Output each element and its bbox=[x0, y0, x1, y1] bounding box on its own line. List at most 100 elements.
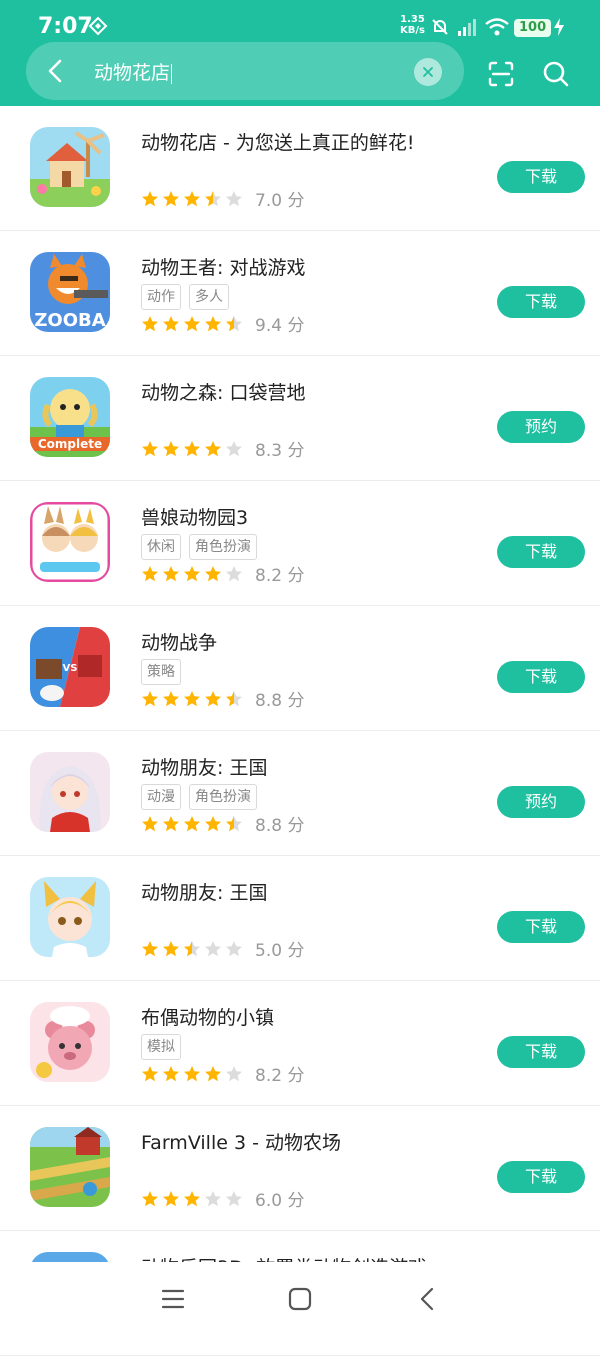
search-icon[interactable] bbox=[542, 60, 570, 88]
star-icon bbox=[142, 690, 158, 706]
menu-icon[interactable] bbox=[160, 1286, 186, 1312]
charging-icon bbox=[554, 18, 564, 36]
star-icon bbox=[163, 1065, 179, 1081]
app-name[interactable]: 动物战争 bbox=[141, 628, 217, 655]
tag[interactable]: 动漫 bbox=[141, 784, 181, 810]
download-button[interactable]: 下载 bbox=[497, 536, 585, 568]
complete-label: Complete bbox=[38, 437, 102, 451]
app-name[interactable]: 动物朋友: 王国 bbox=[141, 878, 267, 905]
search-bar[interactable]: 动物花店 bbox=[26, 42, 464, 100]
app-name[interactable]: 动物之森: 口袋营地 bbox=[141, 378, 305, 405]
clear-search-button[interactable] bbox=[414, 58, 442, 86]
app-tags: 动漫 角色扮演 bbox=[141, 784, 257, 810]
star-icon bbox=[226, 440, 242, 456]
star-icon bbox=[142, 1065, 158, 1081]
app-name[interactable]: 动物花店 - 为您送上真正的鲜花! bbox=[141, 128, 415, 155]
back-icon[interactable] bbox=[415, 1286, 441, 1312]
rating-stars bbox=[141, 1190, 243, 1208]
list-item[interactable]: ZOOBA 动物王者: 对战游戏 动作 多人 9.4 分 下载 bbox=[0, 231, 600, 356]
app-icon-zooba[interactable]: ZOOBA bbox=[30, 252, 110, 332]
system-navigation-bar bbox=[0, 1262, 600, 1333]
app-icon-animal-crossing[interactable]: Complete bbox=[30, 377, 110, 457]
star-icon bbox=[205, 190, 221, 206]
tag[interactable]: 多人 bbox=[189, 284, 229, 310]
app-icon-flower-shop[interactable] bbox=[30, 127, 110, 207]
app-icon-animal-war[interactable]: VS bbox=[30, 627, 110, 707]
app-score: 9.4 分 bbox=[255, 316, 305, 336]
download-button[interactable]: 下载 bbox=[497, 661, 585, 693]
app-name[interactable]: 动物王者: 对战游戏 bbox=[141, 253, 305, 280]
app-rating: 5.0 分 bbox=[141, 936, 304, 961]
search-input[interactable]: 动物花店 bbox=[94, 58, 173, 85]
star-icon bbox=[226, 1190, 242, 1206]
back-arrow-icon[interactable] bbox=[44, 58, 68, 84]
app-name[interactable]: 兽娘动物园3 bbox=[141, 503, 248, 530]
star-icon bbox=[226, 315, 242, 331]
status-time: 7:07 bbox=[38, 14, 93, 39]
app-rating: 8.3 分 bbox=[141, 436, 304, 461]
star-icon bbox=[205, 1065, 221, 1081]
list-item[interactable]: FarmVille 3 - 动物农场 6.0 分 下载 bbox=[0, 1106, 600, 1231]
star-icon bbox=[184, 1190, 200, 1206]
download-button[interactable]: 下载 bbox=[497, 1161, 585, 1193]
app-tags: 休闲 角色扮演 bbox=[141, 534, 257, 560]
search-results-list: 动物花店 - 为您送上真正的鲜花! 7.0 分 下载 ZOOBA 动物王者: 对… bbox=[0, 106, 600, 1356]
tag[interactable]: 策略 bbox=[141, 659, 181, 685]
star-icon bbox=[184, 815, 200, 831]
home-icon[interactable] bbox=[287, 1286, 313, 1312]
star-icon bbox=[226, 190, 242, 206]
app-icon-plush-town[interactable] bbox=[30, 1002, 110, 1082]
tag[interactable]: 休闲 bbox=[141, 534, 181, 560]
rating-stars bbox=[141, 815, 243, 833]
download-button[interactable]: 下载 bbox=[497, 286, 585, 318]
list-item[interactable]: 动物朋友: 王国 5.0 分 下载 bbox=[0, 856, 600, 981]
star-icon bbox=[142, 565, 158, 581]
scan-icon[interactable] bbox=[487, 60, 515, 88]
reserve-button[interactable]: 预约 bbox=[497, 786, 585, 818]
star-icon bbox=[163, 440, 179, 456]
app-icon-serval-girl[interactable] bbox=[30, 877, 110, 957]
star-icon bbox=[163, 815, 179, 831]
app-score: 8.8 分 bbox=[255, 816, 305, 836]
star-icon bbox=[142, 815, 158, 831]
app-name[interactable]: 布偶动物的小镇 bbox=[141, 1003, 274, 1030]
app-rating: 8.8 分 bbox=[141, 686, 304, 711]
app-name[interactable]: 动物朋友: 王国 bbox=[141, 753, 267, 780]
star-icon bbox=[142, 315, 158, 331]
list-item[interactable]: Complete 动物之森: 口袋营地 8.3 分 预约 bbox=[0, 356, 600, 481]
svg-text:VS: VS bbox=[63, 663, 78, 674]
reserve-button[interactable]: 预约 bbox=[497, 411, 585, 443]
star-icon bbox=[142, 440, 158, 456]
list-item[interactable]: 布偶动物的小镇 模拟 8.2 分 下载 bbox=[0, 981, 600, 1106]
rating-stars bbox=[141, 190, 243, 208]
app-rating: 7.0 分 bbox=[141, 186, 304, 211]
app-score: 8.2 分 bbox=[255, 1066, 305, 1086]
tag[interactable]: 模拟 bbox=[141, 1034, 181, 1060]
star-icon bbox=[163, 190, 179, 206]
app-name[interactable]: FarmVille 3 - 动物农场 bbox=[141, 1128, 341, 1155]
star-icon bbox=[205, 1190, 221, 1206]
app-rating: 8.2 分 bbox=[141, 1061, 304, 1086]
app-icon-kingdom-girl[interactable] bbox=[30, 752, 110, 832]
list-item[interactable]: 动物花店 - 为您送上真正的鲜花! 7.0 分 下载 bbox=[0, 106, 600, 231]
download-button[interactable]: 下载 bbox=[497, 911, 585, 943]
rating-stars bbox=[141, 940, 243, 958]
tag[interactable]: 角色扮演 bbox=[189, 534, 257, 560]
star-icon bbox=[163, 565, 179, 581]
star-icon bbox=[205, 440, 221, 456]
tag[interactable]: 角色扮演 bbox=[189, 784, 257, 810]
star-icon bbox=[205, 565, 221, 581]
zooba-logo: ZOOBA bbox=[34, 310, 105, 331]
tag[interactable]: 动作 bbox=[141, 284, 181, 310]
download-button[interactable]: 下载 bbox=[497, 1036, 585, 1068]
app-icon-kemono-friends[interactable] bbox=[30, 502, 110, 582]
download-button[interactable]: 下载 bbox=[497, 161, 585, 193]
app-icon-farmville[interactable] bbox=[30, 1127, 110, 1207]
list-item[interactable]: 兽娘动物园3 休闲 角色扮演 8.2 分 下载 bbox=[0, 481, 600, 606]
list-item[interactable]: VS 动物战争 策略 8.8 分 下载 bbox=[0, 606, 600, 731]
rating-stars bbox=[141, 565, 243, 583]
star-icon bbox=[163, 940, 179, 956]
list-item[interactable]: 动物朋友: 王国 动漫 角色扮演 8.8 分 预约 bbox=[0, 731, 600, 856]
star-icon bbox=[205, 940, 221, 956]
app-tags: 策略 bbox=[141, 659, 181, 685]
